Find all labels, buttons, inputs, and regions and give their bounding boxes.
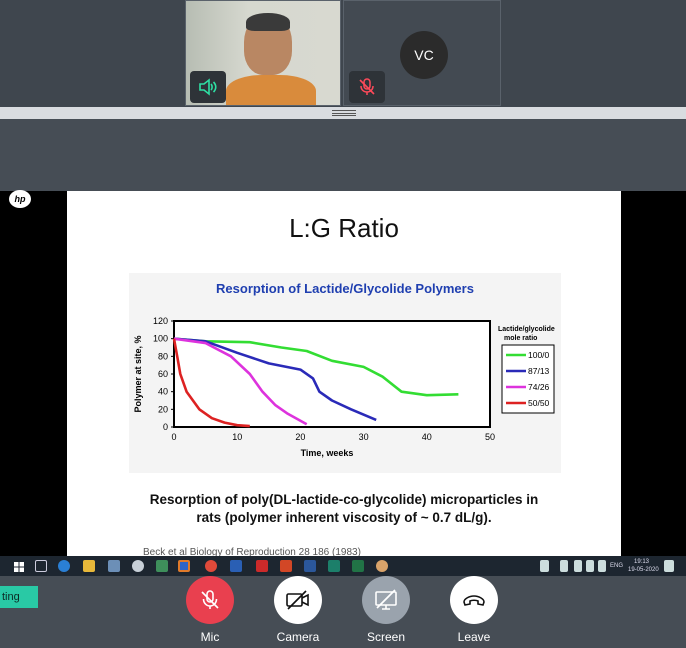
mic-off-icon bbox=[186, 576, 234, 624]
tray-icon-1[interactable] bbox=[574, 560, 582, 572]
hp-logo: hp bbox=[9, 190, 31, 208]
hang-up-icon bbox=[450, 576, 498, 624]
word-icon[interactable] bbox=[304, 560, 316, 572]
caption-line-1: Resorption of poly(DL-lactide-co-glycoli… bbox=[149, 492, 539, 507]
app-icon-4[interactable] bbox=[230, 560, 242, 572]
legend-label: 87/13 bbox=[528, 366, 550, 376]
slide-caption: Resorption of poly(DL-lactide-co-glycoli… bbox=[67, 491, 621, 527]
meeting-control-bar bbox=[0, 576, 686, 648]
presentation-slide: L:G Ratio Resorption of Lactide/Glycolid… bbox=[67, 191, 621, 561]
y-tick-label: 40 bbox=[158, 387, 168, 397]
participant-tile-vc[interactable]: VC bbox=[343, 0, 501, 106]
app-icon-3[interactable] bbox=[156, 560, 168, 572]
tray-date[interactable]: 19-05-2020 bbox=[628, 567, 659, 574]
tray-time[interactable]: 19:13 bbox=[634, 559, 649, 566]
legend-label: 74/26 bbox=[528, 382, 550, 392]
volume-icon[interactable] bbox=[598, 560, 606, 572]
leave-button[interactable]: Leave bbox=[444, 576, 504, 644]
app-icon-5[interactable] bbox=[328, 560, 340, 572]
y-tick-label: 60 bbox=[158, 369, 168, 379]
legend-label: 100/0 bbox=[528, 350, 550, 360]
speaker-on-icon bbox=[190, 71, 226, 103]
app-icon-2[interactable] bbox=[132, 560, 144, 572]
y-tick-label: 100 bbox=[153, 334, 168, 344]
y-tick-label: 20 bbox=[158, 404, 168, 414]
screen-share-off-icon bbox=[362, 576, 410, 624]
tray-language[interactable]: ENG bbox=[610, 563, 623, 570]
x-tick-label: 10 bbox=[232, 432, 242, 442]
task-view-icon[interactable] bbox=[35, 560, 47, 572]
legend-title-2: mole ratio bbox=[504, 335, 537, 342]
file-explorer-icon[interactable] bbox=[83, 560, 95, 572]
tray-icon-2[interactable] bbox=[586, 560, 594, 572]
caption-line-2: rats (polymer inherent viscosity of ~ 0.… bbox=[196, 510, 492, 525]
screen-label: Screen bbox=[366, 630, 406, 644]
acrobat-icon[interactable] bbox=[256, 560, 268, 572]
x-tick-label: 20 bbox=[295, 432, 305, 442]
camera-label: Camera bbox=[276, 630, 320, 644]
mic-muted-icon bbox=[349, 71, 385, 103]
mic-button[interactable]: Mic bbox=[180, 576, 240, 644]
powerpoint-icon[interactable] bbox=[280, 560, 292, 572]
notification-icon[interactable] bbox=[664, 560, 674, 572]
leave-label: Leave bbox=[457, 630, 491, 644]
tray-people-icon[interactable] bbox=[540, 560, 549, 572]
tray-arrow-icon[interactable] bbox=[560, 560, 568, 572]
legend-title: Lactide/glycolide bbox=[498, 326, 555, 333]
plot-frame bbox=[173, 320, 491, 428]
x-axis-label: Time, weeks bbox=[301, 448, 354, 458]
y-tick-label: 120 bbox=[153, 316, 168, 326]
y-tick-label: 80 bbox=[158, 351, 168, 361]
excel-icon[interactable] bbox=[352, 560, 364, 572]
windows-start-icon[interactable] bbox=[13, 560, 25, 572]
camera-off-icon bbox=[274, 576, 322, 624]
x-tick-label: 0 bbox=[171, 432, 176, 442]
chart-panel: Resorption of Lactide/Glycolide Polymers… bbox=[129, 273, 561, 473]
windows-taskbar: ENG 19:13 19-05-2020 bbox=[0, 556, 686, 576]
x-tick-label: 50 bbox=[485, 432, 495, 442]
participant-video-self[interactable] bbox=[185, 0, 341, 106]
camera-button[interactable]: Camera bbox=[268, 576, 328, 644]
avatar: VC bbox=[400, 31, 448, 79]
resorption-chart: 0 20 40 60 80 100 120 0 10 20 30 40 50 Time, weeks Pol… bbox=[133, 316, 555, 458]
status-badge[interactable]: ting bbox=[0, 586, 38, 608]
x-tick-label: 40 bbox=[422, 432, 432, 442]
x-tick-label: 30 bbox=[359, 432, 369, 442]
app-icon-6[interactable] bbox=[376, 560, 388, 572]
drag-handle-icon[interactable] bbox=[332, 110, 356, 116]
y-tick-label: 0 bbox=[163, 422, 168, 432]
chrome-icon[interactable] bbox=[205, 560, 217, 572]
slide-title: L:G Ratio bbox=[289, 213, 399, 243]
y-axis-label: Polymer at site, % bbox=[133, 335, 143, 412]
legend-label: 50/50 bbox=[528, 398, 550, 408]
mic-label: Mic bbox=[200, 630, 220, 644]
outlook-icon[interactable] bbox=[178, 560, 190, 572]
app-icon-1[interactable] bbox=[108, 560, 120, 572]
edge-browser-icon[interactable] bbox=[58, 560, 70, 572]
screen-share-button[interactable]: Screen bbox=[356, 576, 416, 644]
